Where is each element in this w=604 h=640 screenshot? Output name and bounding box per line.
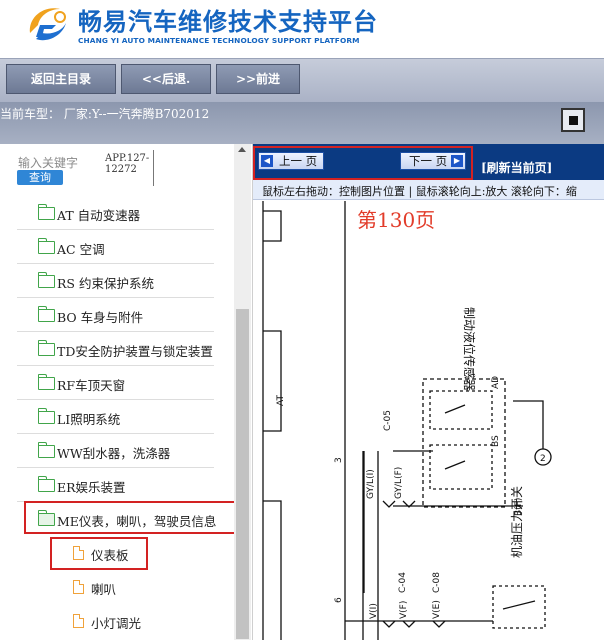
diagram-label: BS <box>491 435 501 447</box>
scroll-thumb[interactable] <box>236 309 249 639</box>
wiring-diagram[interactable]: AT 3 GY/L(I) GY/L(F) C-05 B(F) AD BS 2 6… <box>253 201 604 640</box>
folder-icon <box>38 306 55 322</box>
scroll-up-icon[interactable] <box>238 147 246 152</box>
diagram-label: AT <box>276 395 286 406</box>
diagram-label: V(F) <box>399 601 409 619</box>
tree-item-ww[interactable]: WW刮水器，洗涤器 <box>17 434 214 468</box>
document-icon <box>73 580 84 594</box>
highlight-box-dashboard <box>50 537 148 570</box>
main-toolbar: 返回主目录 <<后退. >>前进 <box>0 58 604 102</box>
app-code-line2: 12272 <box>105 164 137 175</box>
back-button[interactable]: <<后退. <box>121 64 211 94</box>
diagram-label: 2 <box>540 454 546 464</box>
site-header: 畅易汽车维修技术支持平台 CHANG YI AUTO MAINTENANCE T… <box>0 0 604 58</box>
folder-icon <box>38 340 55 356</box>
tree-item-bo[interactable]: BO 车身与附件 <box>17 298 214 332</box>
tree-item-label: WW刮水器，洗涤器 <box>57 446 171 461</box>
brand-subtitle: CHANG YI AUTO MAINTENANCE TECHNOLOGY SUP… <box>78 36 360 45</box>
folder-icon <box>38 476 55 492</box>
tree-item-label: AT 自动变速器 <box>57 208 141 223</box>
sub-item-label: 小灯调光 <box>91 616 142 631</box>
tree-item-rf[interactable]: RF车顶天窗 <box>17 366 214 400</box>
brand-title: 畅易汽车维修技术支持平台 <box>78 8 378 36</box>
diagram-label: C-05 <box>383 410 393 431</box>
tree-item-label: ER娱乐装置 <box>57 480 126 495</box>
folder-icon <box>38 238 55 254</box>
diagram-label: C-08 <box>432 572 442 593</box>
tree-item-er[interactable]: ER娱乐装置 <box>17 468 214 502</box>
folder-icon <box>38 204 55 220</box>
tree-item-label: RF车顶天窗 <box>57 378 126 393</box>
diagram-label: 机油压力开关 <box>510 486 524 558</box>
diagram-label: C-04 <box>398 572 408 593</box>
diagram-label: GY/L(I) <box>366 469 376 499</box>
refresh-page-link[interactable]: [刷新当前页] <box>481 159 552 176</box>
diagram-label: V(E) <box>432 600 442 619</box>
sub-item-dimmer[interactable]: 小灯调光 <box>17 604 214 638</box>
tree-item-td[interactable]: TD安全防护装置与锁定装置 <box>17 332 214 366</box>
tree-item-rs[interactable]: RS 约束保护系统 <box>17 264 214 298</box>
folder-icon <box>38 408 55 424</box>
search-button[interactable]: 查询 <box>17 170 63 185</box>
current-model-text: 当前车型： 厂家:Y--一汽奔腾B702012 <box>0 107 210 121</box>
app-code: APP.127- 12272 <box>102 150 154 186</box>
tree-item-label: RS 约束保护系统 <box>57 276 154 291</box>
folder-icon <box>38 442 55 458</box>
highlight-box-nav <box>253 146 473 180</box>
diagram-viewer: ◀ 上一 页 下一 页 ▶ [刷新当前页] 鼠标左右拖动：控制图片位置 | 鼠标… <box>252 144 604 640</box>
diagram-label: 6 <box>334 597 344 603</box>
sub-item-label: 喇叭 <box>91 582 117 597</box>
current-model-bar: 当前车型： 厂家:Y--一汽奔腾B702012 <box>0 102 604 144</box>
tree-item-at[interactable]: AT 自动变速器 <box>17 196 214 230</box>
viewer-hint-bar: 鼠标左右拖动：控制图片位置 | 鼠标滚轮向上:放大 滚轮向下：缩 <box>253 180 604 200</box>
diagram-label: AD <box>491 376 501 389</box>
tree-item-label: TD安全防护装置与锁定装置 <box>57 344 213 359</box>
viewer-hint: 鼠标左右拖动：控制图片位置 | 鼠标滚轮向上:放大 滚轮向下：缩 <box>262 185 577 198</box>
panel-toggle-icon[interactable] <box>561 108 585 132</box>
highlight-box-me <box>24 501 236 534</box>
home-button[interactable]: 返回主目录 <box>6 64 116 94</box>
diagram-label: GY/L(F) <box>394 467 404 499</box>
diagram-label: V(I) <box>369 603 379 619</box>
sub-item-horn[interactable]: 喇叭 <box>17 570 214 604</box>
tree-item-label: BO 车身与附件 <box>57 310 144 325</box>
tree-item-ac[interactable]: AC 空调 <box>17 230 214 264</box>
sidebar: 输入关键字 查询 APP.127- 12272 AT 自动变速器 AC 空调 R… <box>0 144 252 640</box>
forward-button[interactable]: >>前进 <box>216 64 300 94</box>
diagram-label: 制动液位传感器 <box>462 307 477 391</box>
tree-item-li[interactable]: LI照明系统 <box>17 400 214 434</box>
tree-item-label: AC 空调 <box>57 242 105 257</box>
tree-item-label: LI照明系统 <box>57 412 121 427</box>
sidebar-scrollbar[interactable] <box>234 144 251 640</box>
app-code-line1: APP.127- <box>105 153 150 164</box>
page-number: 第130页 <box>357 208 436 232</box>
folder-icon <box>38 374 55 390</box>
diagram-label: 3 <box>334 457 344 463</box>
search-input[interactable]: 输入关键字 <box>18 154 78 171</box>
cy-swirl-logo-icon <box>29 8 66 41</box>
folder-icon <box>38 272 55 288</box>
document-icon <box>73 614 84 628</box>
